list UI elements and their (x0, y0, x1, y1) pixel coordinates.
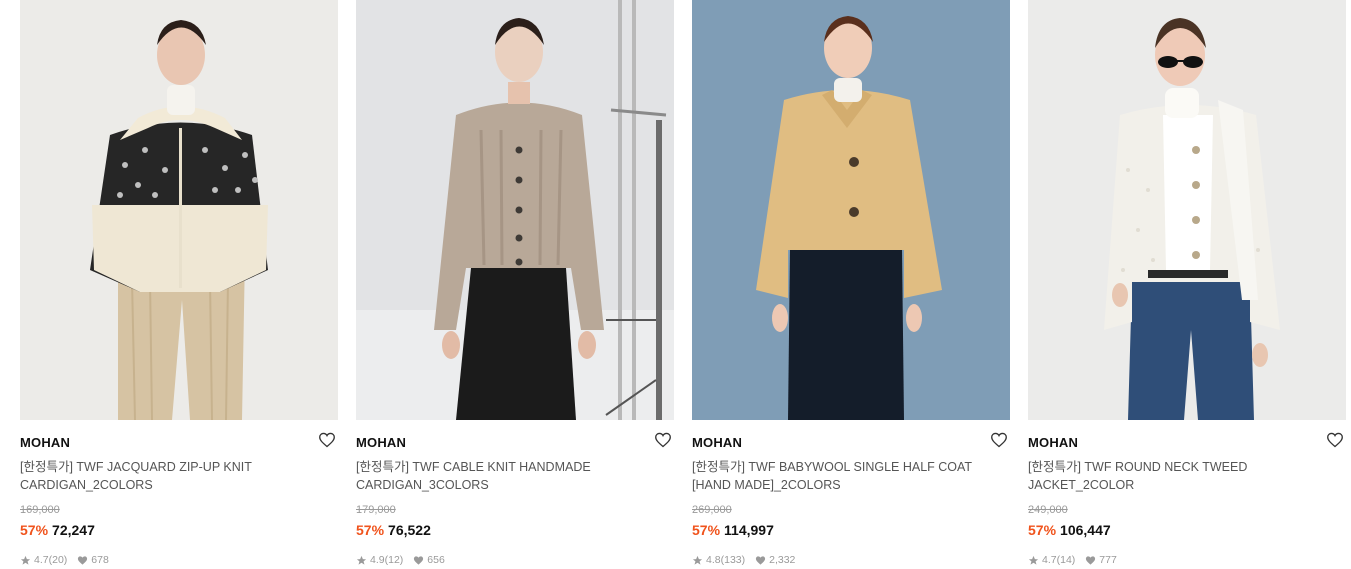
discount-rate: 57% (20, 522, 49, 538)
rating-value: 4.7 (34, 554, 49, 566)
original-price: 169,000 (20, 504, 60, 516)
heart-filled-icon (755, 555, 766, 566)
price-row: 57% 114,997 (692, 521, 1010, 539)
like-count: 678 (91, 554, 109, 566)
heart-outline-icon (991, 432, 1007, 448)
brand-name[interactable]: MOHAN (1028, 435, 1346, 451)
product-title-line: [한정특가] TWF BABYWOOL SINGLE HALF COAT (692, 460, 973, 474)
star-icon (1028, 555, 1039, 566)
product-photo-tweed-jacket (1028, 0, 1346, 420)
product-title-line: CARDIGAN_3COLORS (356, 478, 489, 492)
price-row: 57% 76,522 (356, 521, 674, 539)
product-photo-half-coat (692, 0, 1010, 420)
discount-rate: 57% (692, 522, 721, 538)
product-stats: 4.9 (12) 656 (356, 553, 674, 567)
product-title-line: [HAND MADE]_2COLORS (692, 478, 841, 492)
review-count: (14) (1056, 554, 1076, 566)
product-title-line: [한정특가] TWF CABLE KNIT HANDMADE (356, 460, 591, 474)
product-card[interactable]: MOHAN [한정특가] TWF BABYWOOL SINGLE HALF CO… (692, 0, 1010, 567)
product-title[interactable]: [한정특가] TWF JACQUARD ZIP-UP KNIT CARDIGAN… (20, 458, 320, 494)
rating-value: 4.9 (370, 554, 385, 566)
product-photo-cable-knit-cardigan (356, 0, 674, 420)
price-row: 57% 106,447 (1028, 521, 1346, 539)
wishlist-button[interactable] (990, 432, 1010, 450)
wishlist-button[interactable] (1326, 432, 1346, 450)
sale-price: 106,447 (1060, 522, 1111, 538)
sale-price: 114,997 (724, 522, 774, 538)
discount-rate: 57% (356, 522, 385, 538)
brand-name[interactable]: MOHAN (356, 435, 674, 451)
product-card[interactable]: MOHAN [한정특가] TWF JACQUARD ZIP-UP KNIT CA… (20, 0, 338, 567)
star-icon (692, 555, 703, 566)
product-image[interactable] (20, 0, 338, 420)
price-row: 57% 72,247 (20, 521, 338, 539)
rating-value: 4.7 (1042, 554, 1057, 566)
review-count: (133) (720, 554, 746, 566)
discount-rate: 57% (1028, 522, 1057, 538)
heart-outline-icon (1327, 432, 1343, 448)
sale-price: 76,522 (388, 522, 431, 538)
product-title[interactable]: [한정특가] TWF BABYWOOL SINGLE HALF COAT [HA… (692, 458, 992, 494)
product-grid: MOHAN [한정특가] TWF JACQUARD ZIP-UP KNIT CA… (0, 0, 1351, 569)
product-card[interactable]: MOHAN [한정특가] TWF ROUND NECK TWEED JACKET… (1028, 0, 1346, 567)
product-stats: 4.7 (14) 777 (1028, 553, 1346, 567)
product-stats: 4.8 (133) 2,332 (692, 553, 1010, 567)
original-price: 249,000 (1028, 504, 1068, 516)
original-price: 269,000 (692, 504, 732, 516)
heart-outline-icon (319, 432, 335, 448)
heart-filled-icon (413, 555, 424, 566)
original-price: 179,000 (356, 504, 396, 516)
product-image[interactable] (692, 0, 1010, 420)
star-icon (20, 555, 31, 566)
wishlist-button[interactable] (318, 432, 338, 450)
brand-name[interactable]: MOHAN (692, 435, 1010, 451)
heart-outline-icon (655, 432, 671, 448)
product-card[interactable]: MOHAN [한정특가] TWF CABLE KNIT HANDMADE CAR… (356, 0, 674, 567)
sale-price: 72,247 (52, 522, 95, 538)
heart-filled-icon (1085, 555, 1096, 566)
review-count: (20) (48, 554, 68, 566)
rating-value: 4.8 (706, 554, 721, 566)
heart-filled-icon (77, 555, 88, 566)
product-title-line: CARDIGAN_2COLORS (20, 478, 153, 492)
product-image[interactable] (1028, 0, 1346, 420)
product-title[interactable]: [한정특가] TWF CABLE KNIT HANDMADE CARDIGAN_… (356, 458, 656, 494)
product-stats: 4.7 (20) 678 (20, 553, 338, 567)
like-count: 777 (1099, 554, 1117, 566)
product-title[interactable]: [한정특가] TWF ROUND NECK TWEED JACKET_2COLO… (1028, 458, 1328, 494)
product-title-line: [한정특가] TWF JACQUARD ZIP-UP KNIT (20, 460, 252, 474)
star-icon (356, 555, 367, 566)
product-title-line: JACKET_2COLOR (1028, 478, 1135, 492)
product-photo-jacquard-cardigan (20, 0, 338, 420)
like-count: 656 (427, 554, 445, 566)
product-image[interactable] (356, 0, 674, 420)
brand-name[interactable]: MOHAN (20, 435, 338, 451)
review-count: (12) (384, 554, 404, 566)
like-count: 2,332 (769, 554, 796, 566)
product-title-line: [한정특가] TWF ROUND NECK TWEED (1028, 460, 1248, 474)
wishlist-button[interactable] (654, 432, 674, 450)
